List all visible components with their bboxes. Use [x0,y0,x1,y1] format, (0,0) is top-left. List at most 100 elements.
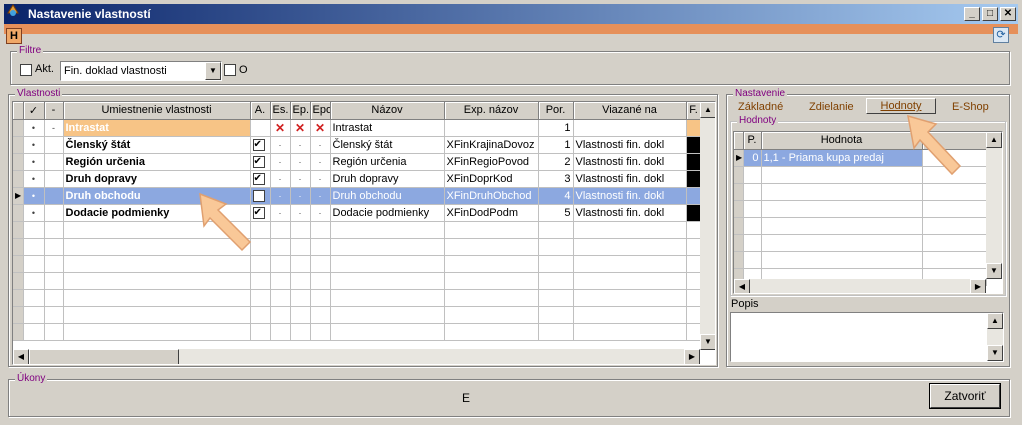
row-indicator-arrow-icon: ▶ [13,187,24,205]
refresh-icon[interactable]: ⟳ [993,27,1009,43]
table-row[interactable]: • Členský štát · · · Členský štát XFinKr… [13,136,702,154]
scroll-right-icon[interactable]: ▶ [970,279,986,293]
cell-a[interactable] [250,136,271,154]
nastavenie-legend: Nastavenie [733,88,788,100]
tab-zdielanie[interactable]: Zdielanie [809,100,854,114]
a-checkbox[interactable] [252,155,265,168]
header-epo[interactable]: Epo [310,102,331,120]
popis-textarea[interactable]: ▲ ▼ [730,312,1004,362]
cell-viazane: Vlastnosti fin. dokl [573,153,687,171]
scroll-up-icon[interactable]: ▲ [700,102,715,118]
header-es[interactable]: Es. [270,102,291,120]
minimize-button[interactable]: _ [964,7,980,21]
a-checkbox[interactable] [252,172,265,185]
row-indicator [13,119,24,137]
row-minus [44,153,64,171]
scroll-left-icon[interactable]: ◀ [13,349,29,364]
header-nazov[interactable]: Názov [330,102,445,120]
cell-viazane [573,119,687,137]
cell-ep: · [290,170,311,188]
table-row[interactable]: • Dodacie podmienky · · · Dodacie podmie… [13,204,702,222]
hscroll-thumb[interactable] [29,349,179,364]
header-umiestnenie[interactable]: Umiestnenie vlastnosti [63,102,251,120]
cell-epo: ✕ [310,119,331,137]
header-check[interactable]: ✓ [23,102,45,120]
header-viazane[interactable]: Viazané na [573,102,687,120]
h-badge[interactable]: H [6,28,22,44]
row-indicator [13,136,24,154]
row-indicator [13,170,24,188]
cell-f [686,136,702,154]
header-indicator [13,102,24,120]
scroll-down-icon[interactable]: ▼ [987,345,1003,361]
cell-ep: · [290,153,311,171]
tab-zakladne[interactable]: Základné [738,100,783,114]
scroll-right-icon[interactable]: ▶ [684,349,700,364]
header-minus[interactable]: - [44,102,64,120]
header-a[interactable]: A. [250,102,271,120]
table-row[interactable]: • Druh dopravy · · · Druh dopravy XFinDo… [13,170,702,188]
chevron-down-icon[interactable]: ▼ [205,62,221,80]
scroll-left-icon[interactable]: ◀ [734,279,750,293]
cell-viazane: Vlastnosti fin. dokl [573,187,687,205]
scroll-down-icon[interactable]: ▼ [986,263,1002,279]
table-row[interactable]: • - Intrastat ✕ ✕ ✕ Intrastat 1 [13,119,702,137]
cell-epo: · [310,170,331,188]
cell-a[interactable] [250,153,271,171]
a-checkbox[interactable] [252,138,265,151]
header-por[interactable]: Por. [538,102,574,120]
cell-a[interactable] [250,119,271,137]
cell-epo: · [310,204,331,222]
cell-f [686,187,702,205]
filter-combo[interactable]: Fin. doklad vlastnosti ▼ [60,61,222,81]
header-hodnota[interactable]: Hodnota [761,132,923,150]
hodnoty-vscroll[interactable]: ▲ ▼ [986,132,1002,279]
scroll-up-icon[interactable]: ▲ [987,313,1003,329]
table-row[interactable]: • Región určenia · · · Región určenia XF… [13,153,702,171]
window-title-bar[interactable]: Nastavenie vlastností _ □ ✕ [4,4,1018,24]
akt-checkbox[interactable] [20,64,32,76]
cell-exp: XFinKrajinaDovoz [444,136,539,154]
o-checkbox[interactable] [224,64,236,76]
cell-epo: · [310,136,331,154]
row-dot-icon: • [23,153,45,171]
header-f[interactable]: F. [686,102,702,120]
cell-f [686,153,702,171]
header-p[interactable]: P. [743,132,762,150]
maximize-button[interactable]: □ [982,7,998,21]
vlastnosti-grid[interactable]: ✓ - Umiestnenie vlastnosti A. Es. Ep. Ep… [12,101,716,365]
hodnoty-hscroll[interactable]: ◀ ▶ [734,279,986,293]
vlastnosti-vscroll[interactable]: ▲ ▼ [700,102,715,350]
table-row-selected[interactable]: ▶ • Druh obchodu · · · Druh obchodu XFin… [13,187,702,205]
vlastnosti-hscroll[interactable]: ◀ ▶ [13,349,700,364]
cell-viazane: Vlastnosti fin. dokl [573,170,687,188]
cell-es: · [270,170,291,188]
row-minus [44,187,64,205]
scroll-down-icon[interactable]: ▼ [700,334,715,350]
cell-f [686,170,702,188]
header-ep[interactable]: Ep. [290,102,311,120]
cell-es: · [270,153,291,171]
ukony-center-text: E [462,391,471,405]
header-exp-nazov[interactable]: Exp. názov [444,102,539,120]
cell-epo: · [310,153,331,171]
akt-label: Akt. [35,63,54,75]
row-minus [44,204,64,222]
close-button[interactable]: Zatvoriť [929,383,1001,409]
cell-nazov: Druh dopravy [330,170,445,188]
cell-por: 4 [538,187,574,205]
cell-es: ✕ [270,119,291,137]
cell-hodnota: 1,1 - Priama kupa predaj [761,149,923,167]
cell-a[interactable] [250,170,271,188]
cell-epo: · [310,187,331,205]
cell-f [686,119,702,137]
window-title: Nastavenie vlastností [28,7,151,21]
close-window-button[interactable]: ✕ [1000,7,1016,21]
cell-es: · [270,136,291,154]
popis-label: Popis [731,298,759,310]
row-minus [44,136,64,154]
cell-por: 5 [538,204,574,222]
row-dot-icon: • [23,170,45,188]
popis-vscroll[interactable]: ▲ ▼ [987,313,1003,361]
scroll-up-icon[interactable]: ▲ [986,132,1002,148]
